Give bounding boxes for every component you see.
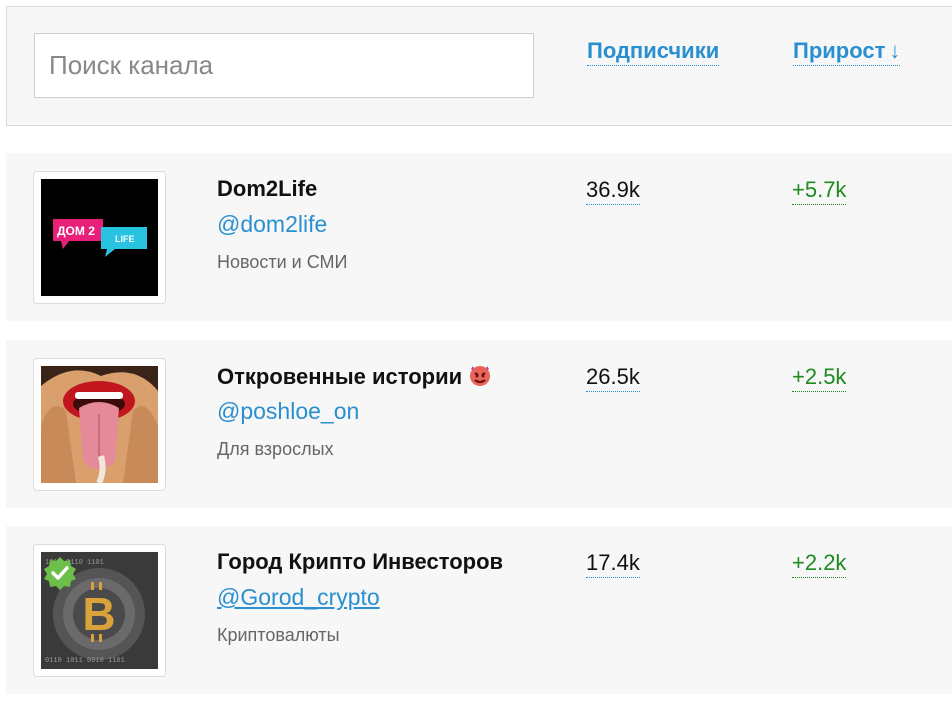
- verified-badge-icon: [43, 556, 77, 590]
- subscribers-count[interactable]: 26.5k: [586, 363, 640, 392]
- svg-text:0110 1011 0010 1101: 0110 1011 0010 1101: [45, 657, 125, 665]
- channel-category[interactable]: Для взрослых: [217, 439, 334, 460]
- dom2-life-logo-icon: ДОМ 2 LIFE: [41, 179, 158, 296]
- filter-header: Подписчики Прирост↓: [6, 6, 952, 126]
- channel-handle-link[interactable]: @poshloe_on: [217, 398, 359, 425]
- open-mouth-illustration-icon: [41, 366, 158, 483]
- svg-text:B: B: [82, 588, 115, 640]
- channel-avatar[interactable]: ДОМ 2 LIFE: [33, 171, 166, 304]
- devil-face-icon: [468, 363, 492, 387]
- channel-name[interactable]: Город Крипто Инвесторов: [217, 549, 503, 575]
- search-input[interactable]: [34, 33, 534, 98]
- channel-handle-link[interactable]: @dom2life: [217, 211, 327, 238]
- growth-count[interactable]: +2.2k: [792, 549, 847, 578]
- sort-arrow-icon: ↓: [889, 38, 901, 63]
- growth-count[interactable]: +5.7k: [792, 176, 847, 205]
- sort-growth-link[interactable]: Прирост ↓: [793, 37, 901, 66]
- channel-handle-link[interactable]: @Gorod_crypto: [217, 584, 380, 611]
- sort-subscribers-link[interactable]: Подписчики: [587, 37, 720, 66]
- channel-category[interactable]: Новости и СМИ: [217, 252, 347, 273]
- channel-row: 1010 0110 1101 0110 1011 0010 1101 B Гор…: [6, 526, 952, 694]
- channel-category[interactable]: Криптовалюты: [217, 625, 340, 646]
- channel-row: Откровенные истории @poshloe_on Для взро…: [6, 340, 952, 508]
- subscribers-count[interactable]: 36.9k: [586, 176, 640, 205]
- channel-row: ДОМ 2 LIFE Dom2Life @dom2life Новости и …: [6, 153, 952, 321]
- growth-count[interactable]: +2.5k: [792, 363, 847, 392]
- channel-avatar[interactable]: 1010 0110 1101 0110 1011 0010 1101 B: [33, 544, 166, 677]
- svg-text:ДОМ 2: ДОМ 2: [57, 224, 95, 238]
- channel-avatar[interactable]: [33, 358, 166, 491]
- channel-name[interactable]: Откровенные истории: [217, 363, 492, 390]
- channel-name-text: Откровенные истории: [217, 364, 463, 389]
- subscribers-count[interactable]: 17.4k: [586, 549, 640, 578]
- channel-name[interactable]: Dom2Life: [217, 176, 317, 202]
- svg-text:LIFE: LIFE: [115, 234, 135, 244]
- sort-growth-label: Прирост: [793, 38, 886, 63]
